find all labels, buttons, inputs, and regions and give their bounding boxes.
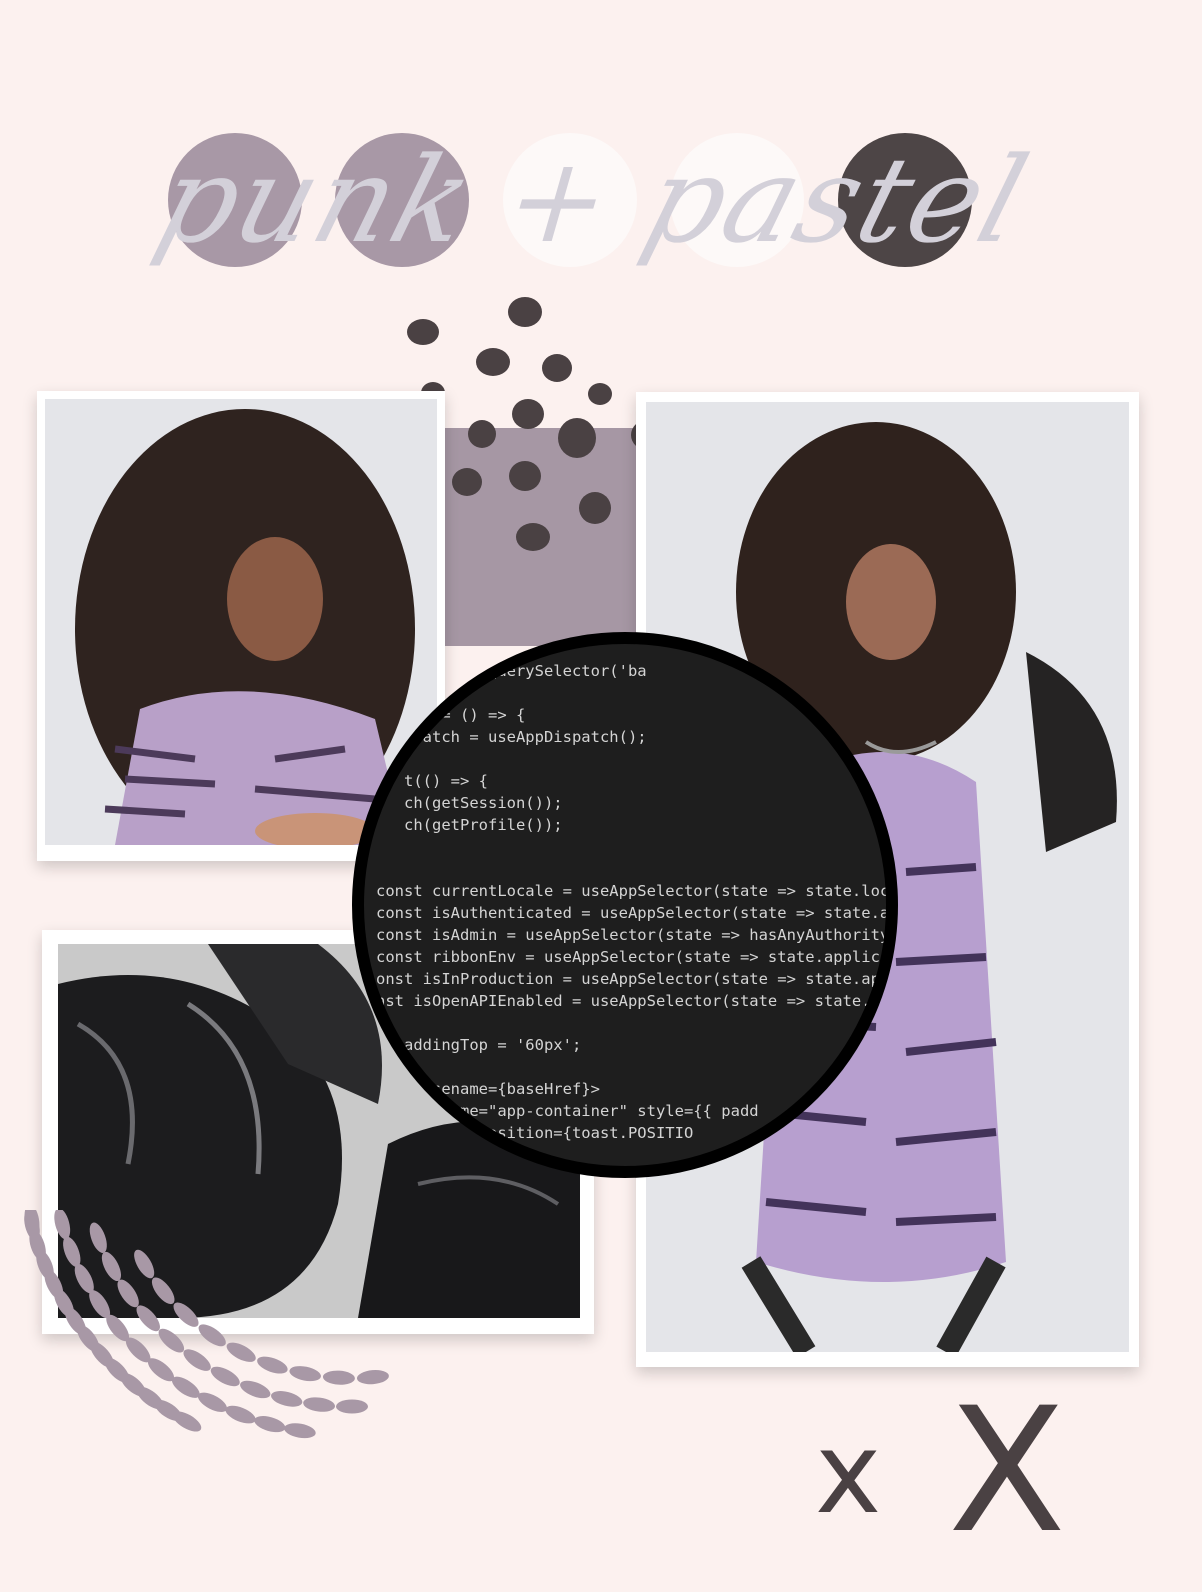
dash-mark [158, 1328, 185, 1353]
code-line: ch(getProfile()); [376, 816, 563, 834]
dash-mark [63, 1236, 81, 1267]
code-line: ntainer position={toast.POSITIO [376, 1124, 694, 1142]
x-mark-large: X [948, 1370, 1066, 1571]
dash-mark [225, 1405, 256, 1424]
code-line: > [376, 1146, 442, 1164]
code-line: spatch = useAppDispatch(); [376, 728, 647, 746]
code-line: onst isInProduction = useAppSelector(sta… [376, 970, 898, 988]
x-mark-small: x [815, 1409, 882, 1539]
dash-mark [197, 1392, 227, 1412]
code-line: ch(getSession()); [376, 794, 563, 812]
code-block: ument.querySelector('ba App = () => { sp… [376, 660, 898, 1166]
code-line: nst isOpenAPIEnabled = useAppSelector(st… [376, 992, 880, 1010]
dash-mark [151, 1277, 175, 1305]
dash-mark [117, 1279, 139, 1308]
code-line: App = () => { [376, 706, 526, 724]
dash-arc [24, 1210, 389, 1439]
dash-mark [134, 1249, 155, 1279]
code-line: const isAdmin = useAppSelector(state => … [376, 926, 898, 944]
code-line: t(() => { [376, 772, 488, 790]
dash-mark [336, 1399, 368, 1414]
code-line: t paddingTop = '60px'; [376, 1036, 582, 1054]
dash-mark [254, 1416, 286, 1433]
dash-mark [322, 1370, 355, 1385]
dash-mark [101, 1251, 122, 1282]
code-line: ument.querySelector('ba [376, 662, 647, 680]
dash-mark [198, 1324, 226, 1347]
dash-mark [271, 1391, 303, 1407]
dash-mark [257, 1356, 288, 1374]
dash-mark [284, 1423, 316, 1439]
dash-mark [54, 1210, 71, 1240]
dash-mark [210, 1366, 240, 1387]
dash-mark [356, 1370, 389, 1385]
page-title: punk + pastel [143, 131, 1044, 269]
dash-mark [183, 1349, 211, 1371]
code-line: const isAuthenticated = useAppSelector(s… [376, 904, 898, 922]
code-line: ( [376, 1058, 404, 1076]
code-line: const currentLocale = useAppSelector(sta… [376, 882, 898, 900]
dash-mark [226, 1342, 256, 1362]
code-line: r basename={baseHref}> [376, 1080, 600, 1098]
dash-mark [89, 1222, 107, 1253]
code-line: const ribbonEnv = useAppSelector(state =… [376, 948, 898, 966]
dash-mark [240, 1380, 271, 1399]
code-line: lassName="app-container" style={{ padd [376, 1102, 759, 1120]
code-circle: ument.querySelector('ba App = () => { sp… [352, 632, 898, 1178]
dash-mark [173, 1302, 199, 1327]
dash-mark [289, 1366, 321, 1382]
dash-mark [303, 1397, 335, 1412]
